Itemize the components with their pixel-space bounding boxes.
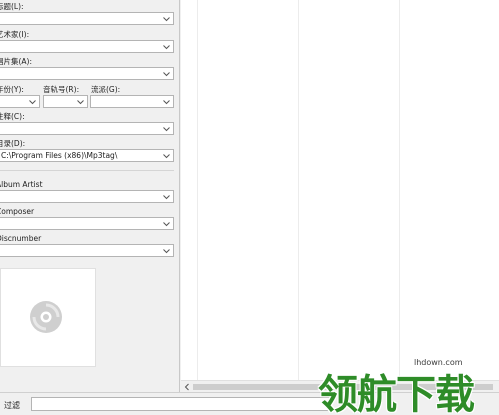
chevron-down-icon[interactable]: [162, 43, 171, 51]
discnumber-label: Discnumber: [0, 234, 42, 243]
discnumber-combo[interactable]: [0, 244, 174, 257]
chevron-down-icon[interactable]: [162, 152, 171, 160]
watermark-logo: lhdown.com 领航下载: [318, 358, 499, 415]
chevron-down-icon[interactable]: [76, 98, 85, 106]
column-divider: [399, 0, 400, 380]
album-artist-combo[interactable]: [0, 190, 174, 203]
directory-combo[interactable]: C:\Program Files (x86)\Mp3tag\: [0, 149, 174, 162]
chevron-down-icon[interactable]: [162, 15, 171, 23]
chevron-down-icon[interactable]: [162, 193, 171, 201]
chevron-down-icon[interactable]: [162, 70, 171, 78]
genre-combo[interactable]: [90, 95, 174, 108]
file-list[interactable]: [181, 0, 499, 380]
cover-art-box[interactable]: [0, 268, 96, 367]
column-divider: [197, 0, 198, 380]
filter-label: 过滤: [4, 401, 20, 410]
chevron-down-icon[interactable]: [162, 98, 171, 106]
album-artist-label: Album Artist: [0, 180, 43, 189]
composer-label: Composer: [0, 207, 35, 216]
tag-panel: 标题(L): 艺术家(I): 唱片集(A): 年份(Y): 音轨号(R): 流派…: [0, 0, 180, 392]
year-label: 年份(Y):: [0, 85, 24, 94]
column-divider: [298, 0, 299, 380]
watermark-text: 领航下载: [318, 371, 475, 415]
album-combo[interactable]: [0, 67, 174, 80]
directory-label: 目录(D):: [0, 139, 26, 148]
year-combo[interactable]: [0, 95, 40, 108]
track-combo[interactable]: [43, 95, 88, 108]
composer-combo[interactable]: [0, 217, 174, 230]
comment-combo[interactable]: [0, 122, 174, 135]
scroll-left-icon[interactable]: [183, 383, 191, 391]
chevron-down-icon[interactable]: [162, 125, 171, 133]
comment-label: 注释(C):: [0, 112, 25, 121]
title-combo[interactable]: [0, 12, 174, 25]
artist-label: 艺术家(I):: [0, 30, 30, 39]
divider: [0, 170, 174, 171]
artist-combo[interactable]: [0, 40, 174, 53]
directory-value: C:\Program Files (x86)\Mp3tag\: [1, 151, 118, 160]
filter-input[interactable]: [31, 397, 331, 411]
chevron-down-icon[interactable]: [162, 247, 171, 255]
chevron-down-icon[interactable]: [162, 220, 171, 228]
album-label: 唱片集(A):: [0, 57, 33, 66]
genre-label: 流派(G):: [91, 85, 121, 94]
title-label: 标题(L):: [0, 2, 24, 11]
track-label: 音轨号(R):: [43, 85, 80, 94]
cd-disc-icon: [30, 301, 62, 333]
chevron-down-icon[interactable]: [28, 98, 37, 106]
